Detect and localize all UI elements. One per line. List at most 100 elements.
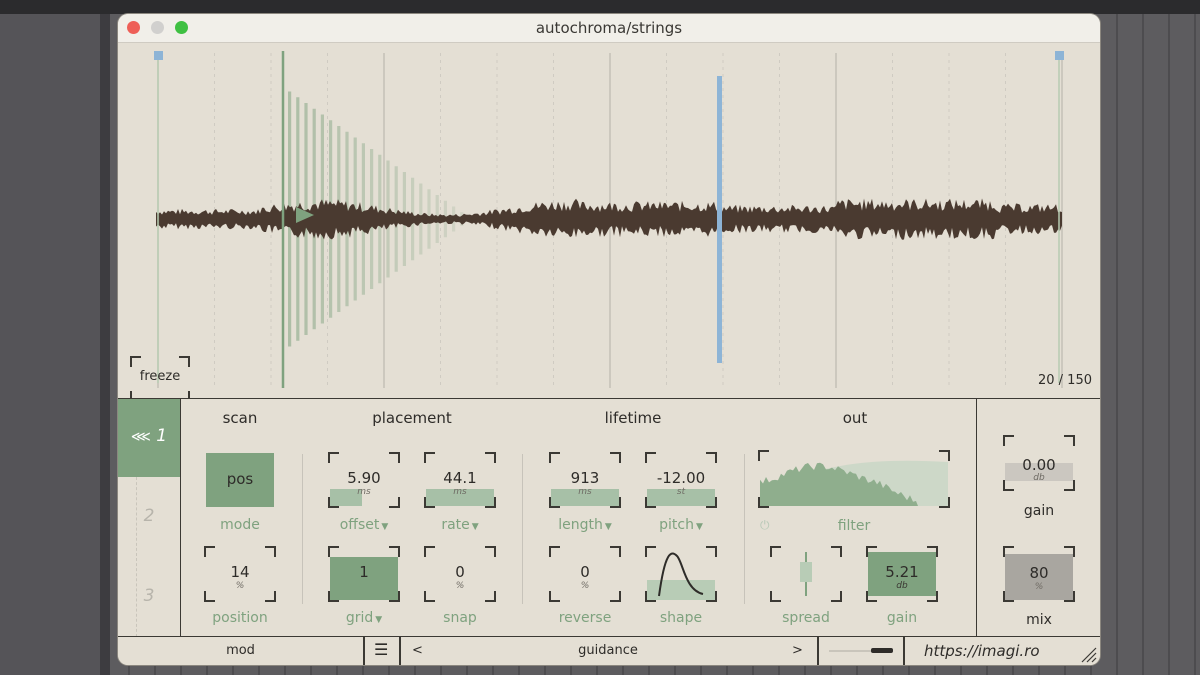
chevron-down-icon: ▼ — [604, 522, 612, 532]
next-guidance-button[interactable]: > — [792, 643, 803, 658]
offset-knob[interactable]: 5.90 ms — [328, 452, 400, 508]
filter-spectrum — [760, 460, 948, 506]
daw-left-panel — [0, 14, 110, 675]
length-label: length — [558, 517, 603, 533]
offset-value: 5.90 — [347, 469, 381, 487]
pitch-unit: st — [676, 487, 686, 497]
tab-slot-2[interactable]: 2 — [118, 479, 180, 557]
tab-divider-line — [136, 477, 137, 637]
snap-value: 0 — [455, 563, 465, 581]
freeze-label: freeze — [139, 369, 181, 384]
mix-label: mix — [1026, 612, 1052, 628]
hamburger-menu-icon: ☰ — [374, 640, 389, 659]
reverse-knob[interactable]: 0 % — [549, 546, 621, 602]
menu-button[interactable]: ☰ — [365, 637, 399, 665]
master-gain-unit: db — [1033, 473, 1045, 483]
mode-value: pos — [226, 470, 254, 488]
grid-knob[interactable]: 1 — [328, 546, 400, 602]
grid-value: 1 — [359, 563, 369, 581]
title-bar: autochroma/strings — [118, 14, 1100, 43]
tab-slot-1-label: 1 — [156, 426, 168, 446]
mix-knob[interactable]: 80 % — [1003, 546, 1075, 602]
length-dropdown[interactable]: length ▼ — [535, 517, 635, 533]
cable-plug-icon — [871, 648, 893, 653]
reverse-value: 0 — [580, 563, 590, 581]
chevron-down-icon: ▼ — [695, 522, 703, 532]
position-value: 14 — [230, 563, 250, 581]
waveform-display[interactable]: freeze 20 / 150 — [118, 43, 1100, 402]
rate-value: 44.1 — [443, 469, 477, 487]
waveform-canvas[interactable] — [118, 43, 1100, 398]
tab-slot-1[interactable]: ⋘ 1 — [118, 399, 180, 477]
section-divider — [302, 454, 303, 604]
pitch-value: -12.00 — [656, 469, 706, 487]
position-knob[interactable]: 14 % — [204, 546, 276, 602]
modulation-icon: ⋘ — [130, 429, 151, 445]
rate-dropdown[interactable]: rate ▼ — [410, 517, 510, 533]
offset-unit: ms — [357, 487, 371, 497]
tab-slot-3[interactable]: 3 — [118, 559, 180, 637]
pitch-knob[interactable]: -12.00 st — [645, 452, 717, 508]
offset-dropdown[interactable]: offset ▼ — [314, 517, 414, 533]
chevron-down-icon: ▼ — [381, 522, 389, 532]
snap-unit: % — [455, 581, 465, 591]
mode-label: mode — [220, 517, 260, 533]
spread-slider[interactable] — [770, 546, 842, 602]
master-gain-knob[interactable]: 0.00 db — [1003, 435, 1075, 491]
playhead[interactable] — [717, 76, 722, 363]
master-section: 0.00 db gain 80 % mix — [976, 399, 1100, 637]
power-icon[interactable]: ⏻ — [760, 518, 770, 533]
filter-display[interactable] — [758, 450, 950, 508]
length-knob[interactable]: 913 ms — [549, 452, 621, 508]
master-gain-label: gain — [1023, 503, 1055, 519]
rate-unit: ms — [453, 487, 467, 497]
out-gain-label: gain — [886, 610, 918, 626]
cable-toggle[interactable] — [819, 637, 903, 665]
bottom-divider — [399, 637, 401, 665]
snap-knob[interactable]: 0 % — [424, 546, 496, 602]
prev-guidance-button[interactable]: < — [412, 643, 423, 658]
website-link[interactable]: https://imagi.ro — [924, 642, 1040, 660]
section-out-heading: out — [842, 409, 868, 427]
out-gain-value: 5.21 — [885, 563, 919, 581]
position-unit: % — [235, 581, 245, 591]
section-lifetime-heading: lifetime — [604, 409, 662, 427]
out-gain-unit: db — [896, 581, 908, 591]
grid-dropdown[interactable]: grid ▼ — [314, 610, 414, 626]
length-value: 913 — [570, 469, 600, 487]
bottom-divider — [903, 637, 905, 665]
shape-editor[interactable] — [645, 546, 717, 602]
offset-label: offset — [339, 517, 380, 533]
pitch-dropdown[interactable]: pitch ▼ — [631, 517, 731, 533]
grid-label: grid — [345, 610, 374, 626]
chevron-down-icon: ▼ — [375, 615, 383, 625]
loop-end-handle[interactable] — [1055, 51, 1064, 60]
mix-value: 80 — [1029, 564, 1049, 582]
master-gain-value: 0.00 — [1022, 456, 1056, 474]
mod-button[interactable]: mod — [118, 637, 363, 665]
rate-label: rate — [441, 517, 470, 533]
daw-left-divider — [100, 14, 110, 675]
mod-label: mod — [226, 643, 255, 658]
rate-knob[interactable]: 44.1 ms — [424, 452, 496, 508]
mode-selector[interactable]: pos — [206, 453, 274, 507]
section-placement-heading: placement — [372, 409, 452, 427]
tab-slot-2-label: 2 — [143, 506, 155, 526]
chevron-down-icon: ▼ — [471, 522, 479, 532]
position-label: position — [212, 610, 268, 626]
section-scan-heading: scan — [222, 409, 258, 427]
resize-grip-icon[interactable] — [1080, 646, 1098, 664]
mod-slot-tabs: ⋘ 1 2 3 — [118, 399, 181, 637]
freeze-button[interactable]: freeze — [130, 356, 190, 402]
grain-counter: 20 / 150 — [1038, 373, 1092, 388]
window-title: autochroma/strings — [535, 19, 683, 37]
spread-handle[interactable] — [800, 562, 812, 582]
shape-label: shape — [659, 610, 703, 626]
loop-start-handle[interactable] — [154, 51, 163, 60]
filter-label: filter — [837, 518, 871, 534]
snap-label: snap — [443, 610, 477, 626]
mix-unit: % — [1034, 582, 1044, 592]
out-gain-knob[interactable]: 5.21 db — [866, 546, 938, 602]
envelope-shape-curve — [658, 552, 704, 597]
bottom-bar: mod ☰ < guidance > https://imagi.ro — [118, 636, 1100, 665]
